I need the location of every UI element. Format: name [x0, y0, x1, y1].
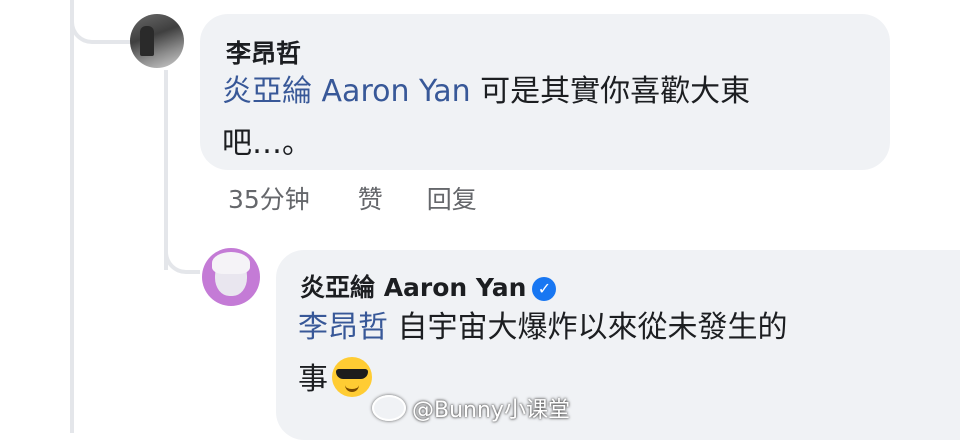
reply-thread-connector	[164, 230, 200, 274]
reply-author-name[interactable]: 炎亞綸 Aaron Yan	[300, 273, 526, 302]
comment-text: 炎亞綸 Aaron Yan 可是其實你喜歡大東吧…。	[222, 66, 862, 170]
reply-button[interactable]: 回复	[427, 185, 477, 214]
mention-link[interactable]: 炎亞綸 Aaron Yan	[222, 74, 471, 109]
reply-text: 李昂哲 自宇宙大爆炸以來從未發生的事	[298, 302, 918, 406]
watermark-text: @Bunny小课堂	[412, 398, 570, 423]
thread-line	[70, 0, 74, 433]
thread-connector	[70, 0, 130, 44]
reply-text-line1: 自宇宙大爆炸以來從未發生的	[388, 310, 788, 345]
reply-author: 炎亞綸 Aaron Yan ✓	[300, 268, 557, 304]
watermark: @Bunny小课堂	[372, 392, 570, 424]
avatar-aaron-yan[interactable]	[202, 248, 260, 306]
sunglasses-face-icon	[332, 357, 372, 397]
comment-text-line2: 吧…。	[222, 126, 312, 161]
comment-text-line1: 可是其實你喜歡大東	[470, 74, 751, 109]
weibo-icon	[372, 395, 406, 421]
like-button[interactable]: 赞	[358, 185, 383, 214]
sunglasses-shape	[336, 369, 368, 379]
reply-mention-link[interactable]: 李昂哲	[298, 310, 388, 345]
comment-time: 35分钟	[228, 185, 310, 214]
smile-shape	[345, 383, 359, 392]
comment-meta: 35分钟 赞 回复	[228, 180, 513, 216]
avatar-li-angzhe[interactable]	[130, 14, 184, 68]
reply-text-line2: 事	[298, 362, 328, 397]
avatar-hair	[212, 252, 250, 274]
avatar-figure	[140, 26, 154, 56]
comment-author[interactable]: 李昂哲	[226, 34, 301, 70]
comment-bubble: 李昂哲 炎亞綸 Aaron Yan 可是其實你喜歡大東吧…。	[200, 14, 890, 170]
verified-badge-icon: ✓	[532, 277, 557, 301]
